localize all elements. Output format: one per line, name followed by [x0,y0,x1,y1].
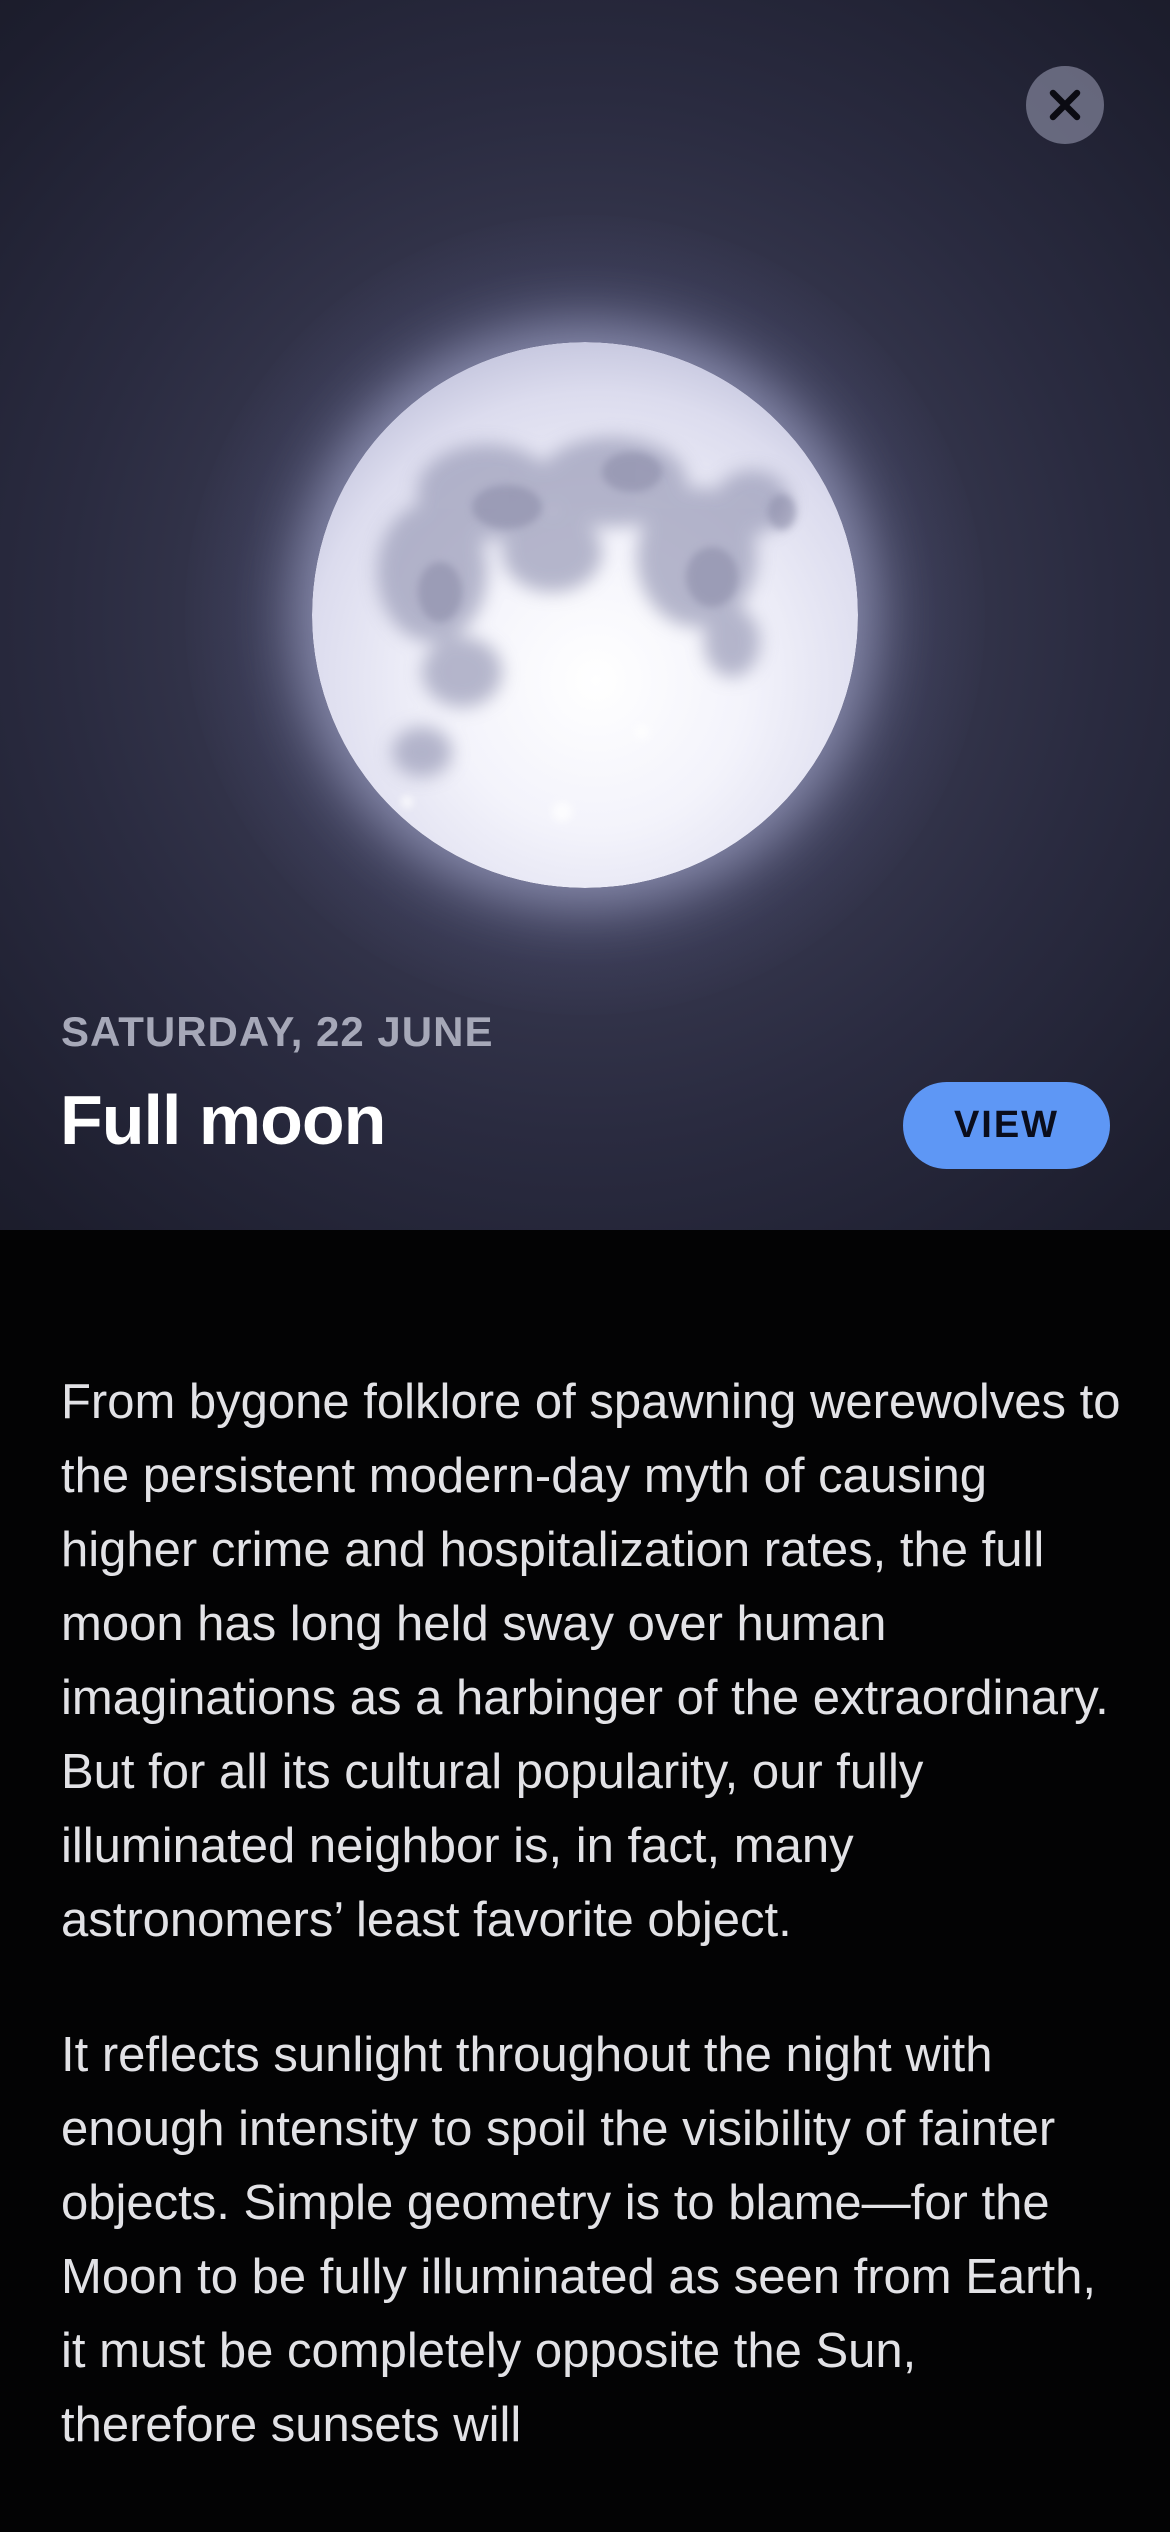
event-title: Full moon [60,1081,386,1159]
close-button[interactable] [1026,66,1104,144]
hero-banner: SATURDAY, 22 JUNE Full moon VIEW [0,0,1170,1230]
view-button[interactable]: VIEW [903,1082,1110,1169]
article-body: From bygone folklore of spawning werewol… [61,1365,1121,2523]
event-date: SATURDAY, 22 JUNE [61,1008,494,1055]
article-paragraph: From bygone folklore of spawning werewol… [61,1375,1121,1947]
close-icon [1049,89,1081,121]
moon-image [312,342,858,888]
event-detail-screen: SATURDAY, 22 JUNE Full moon VIEW From by… [0,0,1170,2532]
article-paragraph: It reflects sunlight throughout the nigh… [61,2028,1096,2452]
